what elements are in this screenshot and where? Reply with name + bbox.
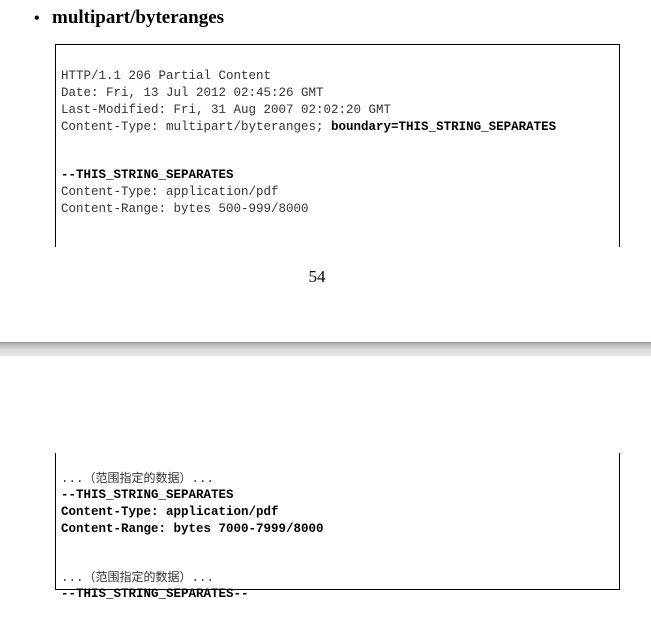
code-line-separator: --THIS_STRING_SEPARATES [61,168,234,182]
page-separator [0,342,651,356]
data-placeholder-text: （范围指定的数据） [83,471,192,485]
code-line-content-type: Content-Type: multipart/byteranges; boun… [61,119,619,136]
section-heading: • multipart/byteranges [34,6,224,31]
code-block-multipart-body: ...（范围指定的数据）... --THIS_STRING_SEPARATES Co… [55,453,620,601]
data-ellipsis-start: ... [61,571,84,585]
code-line-content-type-2: Content-Type: application/pdf [61,505,279,519]
code-line-content-range-2: Content-Range: bytes 7000-7999/8000 [61,522,324,536]
code-line-part-content-type: Content-Type: application/pdf [61,185,279,199]
data-ellipsis-end: ... [191,571,215,585]
data-ellipsis-end: ... [191,472,215,486]
data-placeholder-text: （范围指定的数据） [83,570,192,584]
code-line-status: HTTP/1.1 206 Partial Content [61,69,272,83]
code-line-data-1: ...（范围指定的数据）... [61,470,619,487]
code-line-date: Date: Fri, 13 Jul 2012 02:45:26 GMT [61,86,324,100]
code-line-final-separator: --THIS_STRING_SEPARATES-- [61,587,249,601]
heading-text: multipart/byteranges [52,7,225,28]
bullet-icon: • [34,10,40,27]
page-number: 54 [308,267,326,286]
content-type-boundary: boundary=THIS_STRING_SEPARATES [331,120,557,134]
code-line-last-modified: Last-Modified: Fri, 31 Aug 2007 02:02:20… [61,103,392,117]
code-block-response-headers: HTTP/1.1 206 Partial Content Date: Fri, 1… [55,44,620,247]
code-line-separator-2: --THIS_STRING_SEPARATES [61,488,234,502]
content-type-prefix: Content-Type: multipart/byteranges; [61,120,332,134]
code-line-part-content-range: Content-Range: bytes 500-999/8000 [61,202,309,216]
data-ellipsis-start: ... [61,472,84,486]
code-line-data-2: ...（范围指定的数据）... [61,569,619,586]
